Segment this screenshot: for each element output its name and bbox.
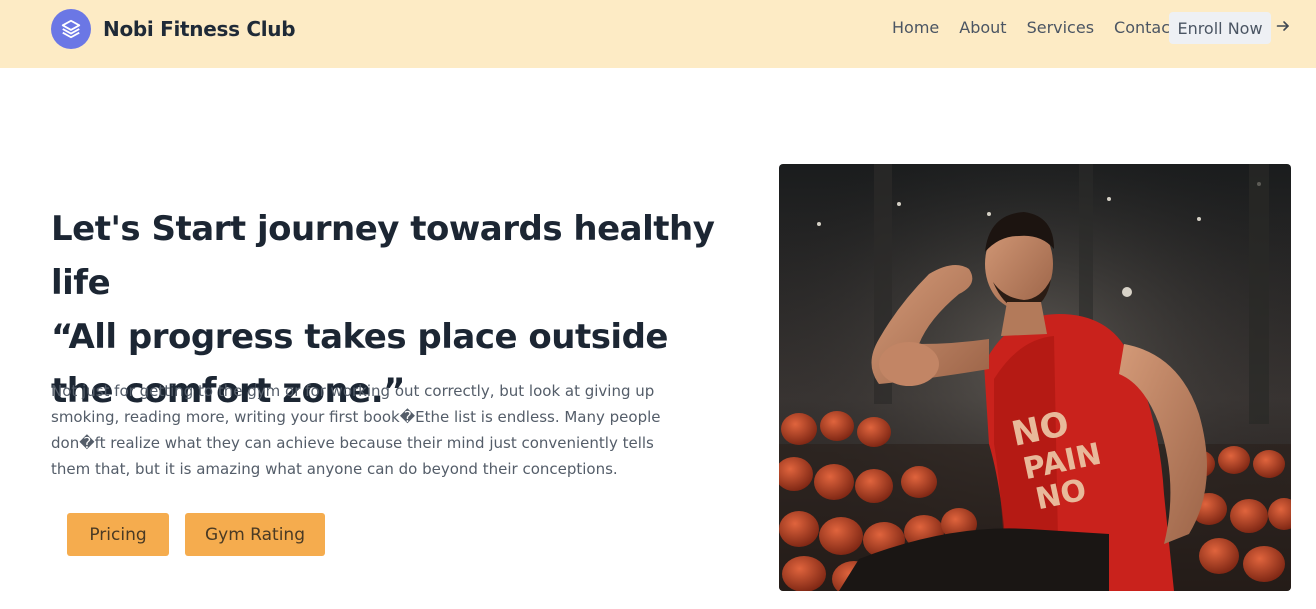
- hero-image: NO PAIN NO: [779, 164, 1291, 591]
- pricing-button[interactable]: Pricing: [67, 513, 169, 556]
- gym-rating-button[interactable]: Gym Rating: [185, 513, 325, 556]
- hero-description: Not just for getting to the gym or for w…: [51, 382, 661, 478]
- nav-link-services[interactable]: Services: [1027, 18, 1094, 38]
- enroll-now-button[interactable]: Enroll Now: [1169, 12, 1271, 44]
- layers-icon: [51, 9, 91, 49]
- arrow-right-icon[interactable]: [1276, 19, 1290, 33]
- nav-link-contact[interactable]: Contact: [1114, 18, 1176, 38]
- gym-photo: NO PAIN NO: [779, 164, 1291, 591]
- nav-link-about[interactable]: About: [959, 18, 1006, 38]
- brand-name: Nobi Fitness Club: [103, 17, 296, 41]
- headline-line-1: Let's Start journey towards healthy life: [51, 209, 715, 303]
- navbar: Nobi Fitness Club Home About Services Co…: [0, 0, 1316, 68]
- brand[interactable]: Nobi Fitness Club: [51, 9, 296, 49]
- nav-link-home[interactable]: Home: [892, 18, 939, 38]
- nav-links: Home About Services Contact: [892, 18, 1196, 38]
